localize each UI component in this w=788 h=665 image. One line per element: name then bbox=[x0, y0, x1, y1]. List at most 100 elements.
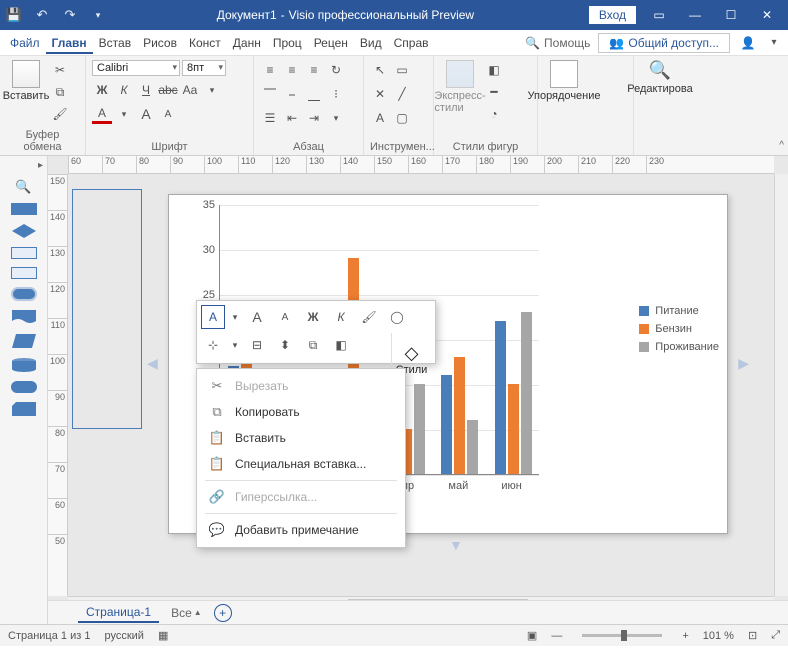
font-color-button[interactable]: A bbox=[92, 104, 112, 124]
vertical-scrollbar[interactable] bbox=[774, 174, 788, 596]
indent-inc-icon[interactable]: ⇥ bbox=[304, 108, 324, 128]
copy-icon[interactable]: ⧉ bbox=[50, 82, 70, 102]
shape-rect-outline[interactable] bbox=[11, 247, 37, 259]
font-dialog-icon[interactable]: ▾ bbox=[202, 80, 222, 100]
maximize-icon[interactable]: ☐ bbox=[714, 1, 748, 29]
mini-textbox-icon[interactable]: A bbox=[201, 305, 225, 329]
x-tool-icon[interactable]: ✕ bbox=[370, 84, 390, 104]
mini-italic-button[interactable]: К bbox=[329, 305, 353, 329]
tell-me-search[interactable]: 🔍Помощь bbox=[525, 36, 590, 50]
mini-group-icon[interactable]: ⧉ bbox=[301, 333, 325, 357]
tab-file[interactable]: Файл bbox=[4, 32, 46, 54]
connector-tool-icon[interactable]: ▭ bbox=[392, 60, 412, 80]
ribbon-display-icon[interactable]: ▭ bbox=[642, 1, 676, 29]
status-macro-icon[interactable]: ▦ bbox=[158, 629, 168, 642]
font-family-combo[interactable]: Calibri bbox=[92, 60, 180, 76]
mini-shape-icon[interactable]: ◯ bbox=[385, 305, 409, 329]
shape-cyl[interactable] bbox=[11, 357, 37, 373]
shape-diamond[interactable] bbox=[11, 223, 37, 239]
mini-order-icon[interactable]: ◧ bbox=[329, 333, 353, 357]
canvas[interactable]: янвфевмарапрмайиюн ПитаниеБензинПроживан… bbox=[68, 174, 774, 596]
tab-insert[interactable]: Встав bbox=[93, 32, 137, 54]
mini-bold-button[interactable]: Ж bbox=[301, 305, 325, 329]
paste-button[interactable]: Вставить bbox=[6, 60, 46, 102]
zoom-out-button[interactable]: — bbox=[551, 630, 562, 642]
nav-right-icon[interactable]: ▶ bbox=[738, 355, 749, 372]
editing-button[interactable]: 🔍 Редактирова bbox=[640, 60, 680, 95]
nav-down-icon[interactable]: ▼ bbox=[449, 537, 463, 553]
valign-mid-icon[interactable]: ⎯ bbox=[282, 84, 302, 104]
pointer-tool-icon[interactable]: ↖ bbox=[370, 60, 390, 80]
status-presentation-icon[interactable]: ▣ bbox=[527, 629, 537, 642]
bullets-icon[interactable]: ⁝ bbox=[326, 84, 346, 104]
shape-rounded2[interactable] bbox=[11, 381, 37, 393]
effects-icon[interactable]: ◔ bbox=[484, 104, 504, 124]
mini-connector-icon[interactable]: ⊹ bbox=[201, 333, 225, 357]
underline-button[interactable]: Ч bbox=[136, 80, 156, 100]
undo-icon[interactable]: ↶ bbox=[32, 5, 52, 25]
tab-process[interactable]: Проц bbox=[267, 32, 308, 54]
mini-grow-font-icon[interactable]: A bbox=[245, 305, 269, 329]
rotate-text-icon[interactable]: ↻ bbox=[326, 60, 346, 80]
fill-icon[interactable]: ◧ bbox=[484, 60, 504, 80]
mini-arrange-icon[interactable]: ⬍ bbox=[273, 333, 297, 357]
add-page-button[interactable]: + bbox=[214, 604, 232, 622]
italic-button[interactable]: К bbox=[114, 80, 134, 100]
shape-card[interactable] bbox=[11, 401, 37, 417]
ribbon-pin-icon[interactable]: ▾ bbox=[764, 33, 784, 53]
quick-styles-button[interactable]: Экспресс-стили bbox=[440, 60, 480, 114]
align-right-icon[interactable]: ≡ bbox=[304, 60, 324, 80]
tab-data[interactable]: Данн bbox=[227, 32, 267, 54]
ctx-copy[interactable]: ⧉Копировать bbox=[197, 399, 405, 425]
share-button[interactable]: 👥Общий доступ... bbox=[598, 33, 730, 53]
shrink-font-button[interactable]: A bbox=[158, 104, 178, 124]
close-icon[interactable]: ✕ bbox=[750, 1, 784, 29]
align-left-icon[interactable]: ≡ bbox=[260, 60, 280, 80]
page-tab-1[interactable]: Страница-1 bbox=[78, 603, 159, 623]
nav-left-icon[interactable]: ◀ bbox=[147, 355, 158, 372]
text-tool-icon[interactable]: A bbox=[370, 108, 390, 128]
case-button[interactable]: Aa bbox=[180, 80, 200, 100]
selection-box[interactable] bbox=[72, 189, 142, 429]
fullscreen-icon[interactable]: ⤢ bbox=[771, 629, 780, 642]
font-size-combo[interactable]: 8пт bbox=[182, 60, 226, 76]
ctx-add-comment[interactable]: 💬Добавить примечание bbox=[197, 517, 405, 543]
mini-shrink-font-icon[interactable]: A bbox=[273, 305, 297, 329]
line-style-icon[interactable]: ━ bbox=[484, 82, 504, 102]
ctx-cut[interactable]: ✂Вырезать bbox=[197, 373, 405, 399]
shape-rounded[interactable] bbox=[11, 287, 37, 301]
fit-page-icon[interactable]: ⊡ bbox=[748, 629, 757, 642]
zoom-in-button[interactable]: + bbox=[682, 630, 688, 642]
valign-bot-icon[interactable]: ⎽ bbox=[304, 84, 324, 104]
valign-top-icon[interactable]: ⎺ bbox=[260, 84, 280, 104]
align-center-icon[interactable]: ≡ bbox=[282, 60, 302, 80]
tab-help[interactable]: Справ bbox=[388, 32, 435, 54]
ctx-paste[interactable]: 📋Вставить bbox=[197, 425, 405, 451]
status-lang[interactable]: русский bbox=[104, 630, 143, 642]
shape-para[interactable] bbox=[11, 333, 37, 349]
shapes-search-icon[interactable]: 🔍 bbox=[11, 179, 37, 195]
tab-review[interactable]: Рецен bbox=[308, 32, 354, 54]
shape-rect-outline2[interactable] bbox=[11, 267, 37, 279]
format-painter-icon[interactable]: 🖌 bbox=[50, 104, 70, 124]
minimize-icon[interactable]: — bbox=[678, 1, 712, 29]
shape-doc[interactable] bbox=[11, 309, 37, 325]
mini-dropdown-icon[interactable]: ▾ bbox=[229, 305, 241, 329]
ctx-paste-special[interactable]: 📋Специальная вставка... bbox=[197, 451, 405, 477]
cut-icon[interactable]: ✂ bbox=[50, 60, 70, 80]
collapse-ribbon-icon[interactable]: ^ bbox=[779, 140, 784, 151]
mini-align-icon[interactable]: ⊟ bbox=[245, 333, 269, 357]
rect-tool-icon[interactable]: ▢ bbox=[392, 108, 412, 128]
save-icon[interactable]: 💾 bbox=[4, 5, 24, 25]
ctx-hyperlink[interactable]: 🔗Гиперссылка... bbox=[197, 484, 405, 510]
zoom-level[interactable]: 101 % bbox=[703, 630, 734, 642]
arrange-button[interactable]: Упорядочение bbox=[544, 60, 584, 102]
zoom-slider[interactable] bbox=[582, 634, 662, 637]
redo-icon[interactable]: ↷ bbox=[60, 5, 80, 25]
page-tab-all[interactable]: Все ▲ bbox=[171, 606, 202, 620]
font-color-dropdown-icon[interactable]: ▾ bbox=[114, 104, 134, 124]
profile-icon[interactable]: 👤 bbox=[738, 33, 758, 53]
shapes-expand-icon[interactable]: ▸ bbox=[38, 160, 43, 171]
mini-format-painter-icon[interactable]: 🖌 bbox=[357, 305, 381, 329]
tab-draw[interactable]: Рисов bbox=[137, 32, 183, 54]
